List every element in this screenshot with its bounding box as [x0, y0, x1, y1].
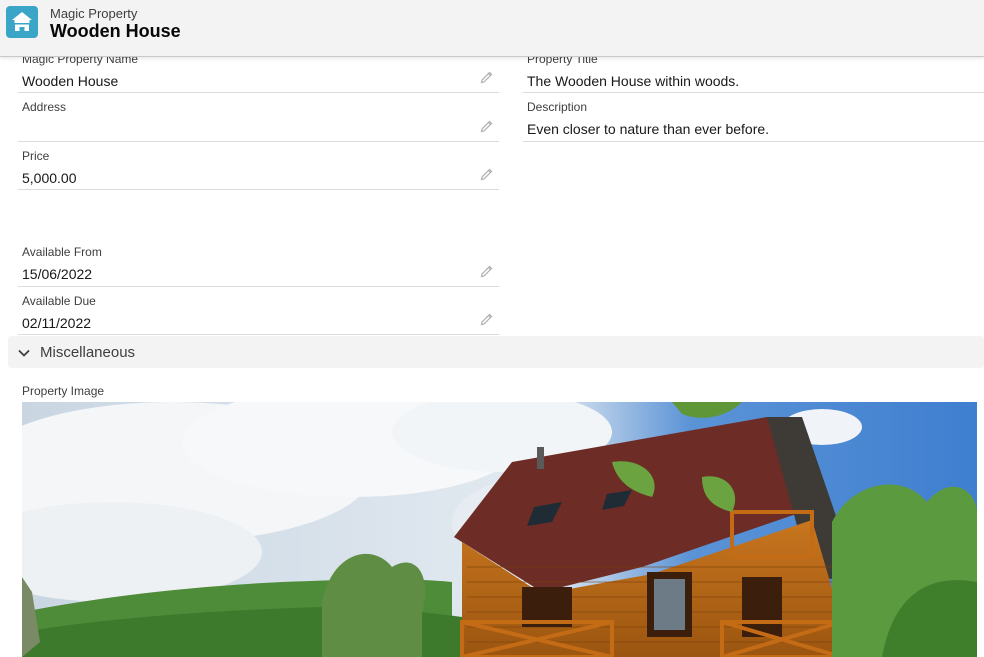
field-value: The Wooden House within woods. — [527, 73, 740, 89]
pencil-edit-icon[interactable] — [480, 119, 494, 133]
field-value: 02/11/2022 — [22, 315, 92, 331]
record-header: Magic Property Wooden House — [0, 0, 984, 57]
chevron-down-icon[interactable] — [17, 346, 31, 360]
field-description: Description Even closer to nature than e… — [523, 93, 984, 142]
home-icon — [6, 6, 38, 38]
field-label: Price — [22, 149, 50, 163]
record-title: Wooden House — [50, 21, 181, 41]
section-miscellaneous[interactable]: Miscellaneous — [8, 336, 984, 368]
object-label: Magic Property — [50, 6, 138, 21]
field-value: 5,000.00 — [22, 170, 77, 186]
field-price: Price 5,000.00 — [18, 142, 499, 190]
field-value: Even closer to nature than ever before. — [527, 121, 770, 137]
field-address: Address — [18, 93, 499, 142]
pencil-edit-icon[interactable] — [480, 264, 494, 278]
field-available-due: Available Due 02/11/2022 — [18, 287, 499, 335]
pencil-edit-icon[interactable] — [480, 312, 494, 326]
field-value: Wooden House — [22, 73, 119, 89]
field-label: Available Due — [22, 294, 96, 308]
wooden-house-photo — [22, 402, 977, 657]
field-available-from: Available From 15/06/2022 — [18, 238, 499, 287]
field-label: Available From — [22, 245, 102, 259]
property-image-label: Property Image — [22, 384, 105, 398]
pencil-edit-icon[interactable] — [480, 70, 494, 84]
field-label: Description — [527, 100, 588, 114]
field-value: 15/06/2022 — [22, 266, 93, 282]
section-label: Miscellaneous — [40, 344, 136, 361]
pencil-edit-icon[interactable] — [480, 167, 494, 181]
field-label: Address — [22, 100, 67, 114]
